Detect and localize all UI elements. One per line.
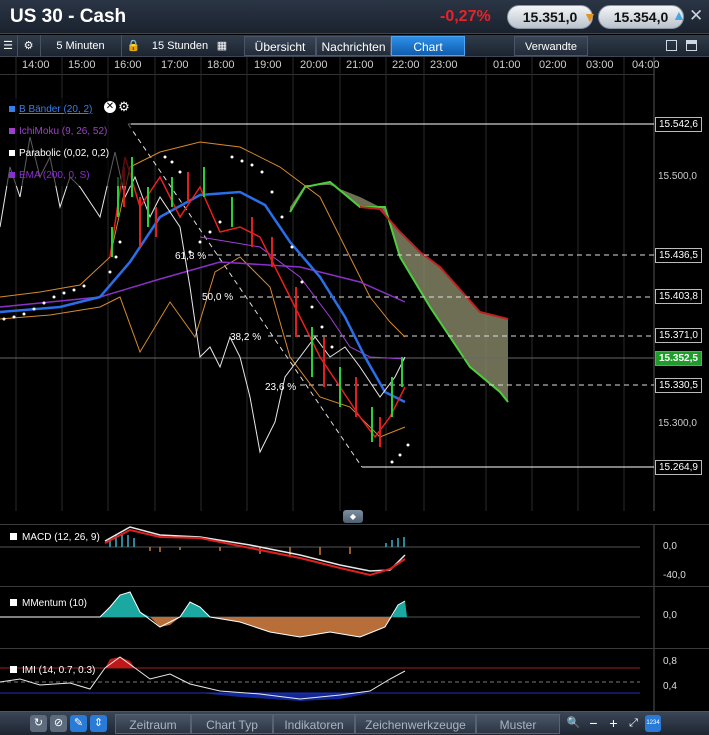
gear-icon[interactable]: ⚙: [17, 35, 39, 57]
single-window-icon[interactable]: [666, 40, 677, 51]
imi-axis-label: 0,8: [663, 656, 677, 667]
momentum-label: MMentum (10): [10, 598, 87, 609]
search-icon[interactable]: 🔍: [565, 715, 582, 732]
zoom-level-badge[interactable]: 1234: [645, 715, 661, 732]
legend-label: IchiMoku (9, 26, 52): [19, 126, 108, 137]
legend-label: Parabolic (0,02, 0,2): [19, 148, 110, 159]
legend-item[interactable]: Parabolic (0,02, 0,2): [9, 148, 109, 159]
period-button[interactable]: Zeitraum: [115, 714, 191, 734]
indicators-button[interactable]: Indikatoren: [273, 714, 355, 734]
macd-axis-label: -40,0: [663, 570, 686, 581]
momentum-label-text: MMentum (10): [22, 598, 88, 609]
pen-icon[interactable]: ✎: [70, 715, 87, 732]
legend-label: EMA (200, 0, S): [19, 170, 90, 181]
momentum-axis-label: 0,0: [663, 610, 677, 621]
collapse-toggle-icon[interactable]: ◆: [343, 510, 363, 523]
imi-panel[interactable]: IMI (14, 0.7, 0.3) 0,8 0,4: [0, 648, 709, 712]
related-button[interactable]: Verwandte: [514, 36, 588, 56]
legend-item[interactable]: IchiMoku (9, 26, 52): [9, 126, 107, 137]
calendar-icon[interactable]: ▦: [212, 35, 232, 57]
momentum-chart: [0, 587, 655, 649]
chart-type-button[interactable]: Chart Typ: [191, 714, 273, 734]
macd-label-text: MACD (12, 26, 9): [22, 532, 100, 543]
tab-chart[interactable]: Chart: [391, 36, 465, 56]
fib-label: 23,6 %: [265, 382, 297, 393]
fib-label: 61,8 %: [175, 251, 207, 262]
price-change: -0,27%: [440, 8, 491, 25]
patterns-button[interactable]: Muster: [476, 714, 560, 734]
price-level-label: 15.371,0: [655, 328, 702, 343]
imi-chart: [0, 649, 655, 712]
price-level-label: 15.542,6: [655, 117, 702, 132]
legend-color-icon: [9, 150, 15, 157]
fib-label: 50,0 %: [202, 292, 234, 303]
macd-axis-label: 0,0: [663, 541, 677, 552]
toolbar: ☰ ⚙ 5 Minuten 🔒 15 Stunden ▦ Übersicht N…: [0, 35, 709, 57]
refresh-icon[interactable]: ↻: [30, 715, 47, 732]
imi-axis-label: 0,4: [663, 681, 677, 692]
fib-label: 38,2 %: [230, 332, 262, 343]
interval-select[interactable]: 5 Minuten: [40, 35, 120, 57]
price-level-label: 15.330,5: [655, 378, 702, 393]
close-icon[interactable]: ✕: [689, 6, 703, 26]
price-level-label: 15.264,9: [655, 460, 702, 475]
drawing-tools-button[interactable]: Zeichenwerkzeuge: [355, 714, 476, 734]
lock-icon[interactable]: 🔒: [121, 35, 145, 57]
legend-item[interactable]: B Bänder (20, 2): [9, 104, 92, 115]
legend-label: B Bänder (20, 2): [19, 104, 93, 115]
imi-label: IMI (14, 0.7, 0.3): [10, 665, 95, 676]
macd-label: MACD (12, 26, 9): [10, 532, 100, 543]
list-icon[interactable]: ☰: [0, 35, 16, 57]
current-price-label: 15.352,5: [655, 351, 702, 366]
up-arrow-icon: ▲: [672, 7, 686, 23]
zoom-in-icon[interactable]: +: [605, 715, 622, 732]
price-level-label: 15.436,5: [655, 248, 702, 263]
indicator-swatch-icon: [10, 533, 17, 540]
price-tick-label: 15.300,0: [655, 417, 700, 430]
price-level-label: 15.403,8: [655, 289, 702, 304]
sell-button[interactable]: 15.351,0: [507, 5, 593, 29]
momentum-panel[interactable]: MMentum (10) 0,0: [0, 586, 709, 649]
indicator-swatch-icon: [10, 666, 17, 673]
fit-screen-icon[interactable]: ⤢: [625, 715, 642, 732]
title-bar: US 30 - Cash -0,27% 15.351,0 ▼ 15.354,0 …: [0, 0, 709, 34]
instrument-title: US 30 - Cash: [10, 6, 127, 27]
legend-item[interactable]: EMA (200, 0, S): [9, 170, 90, 181]
macd-chart: [0, 525, 655, 587]
sort-arrows-icon[interactable]: ⇕: [90, 715, 107, 732]
down-arrow-icon: ▼: [583, 9, 597, 25]
no-entry-icon[interactable]: ⊘: [50, 715, 67, 732]
legend-color-icon: [9, 128, 15, 135]
tab-news[interactable]: Nachrichten: [316, 36, 391, 56]
tab-overview[interactable]: Übersicht: [244, 36, 316, 56]
close-legend-icon[interactable]: ✕: [104, 101, 116, 113]
gear-icon[interactable]: ⚙: [118, 100, 130, 113]
range-select[interactable]: 15 Stunden: [146, 35, 214, 57]
imi-label-text: IMI (14, 0.7, 0.3): [22, 665, 96, 676]
indicator-swatch-icon: [10, 599, 17, 606]
legend-color-icon: [9, 172, 15, 179]
zoom-out-icon[interactable]: −: [585, 715, 602, 732]
maximize-icon[interactable]: [686, 40, 697, 51]
macd-panel[interactable]: MACD (12, 26, 9) 0,0 -40,0: [0, 524, 709, 587]
price-tick-label: 15.500,0: [655, 170, 700, 183]
bottom-toolbar: ↻ ⊘ ✎ ⇕ Zeitraum Chart Typ Indikatoren Z…: [0, 711, 709, 735]
legend-color-icon: [9, 106, 15, 113]
